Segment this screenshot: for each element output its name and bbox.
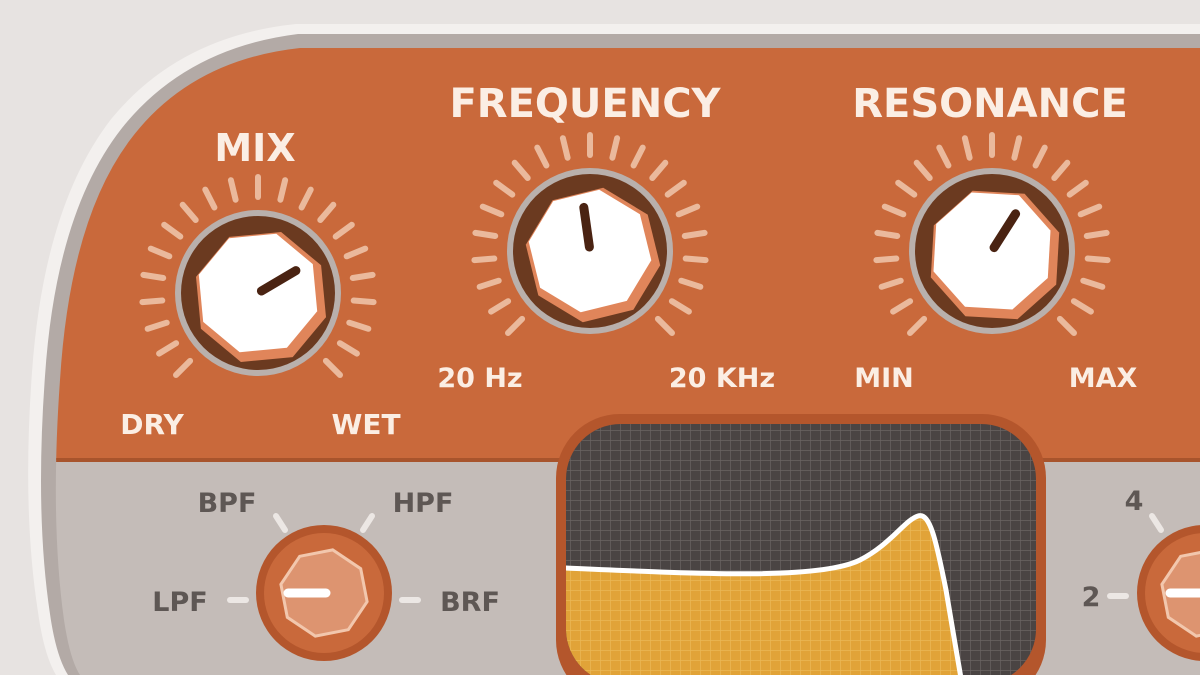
filter-option-brf[interactable]: BRF bbox=[440, 587, 500, 618]
resonance-max-label: MAX bbox=[1069, 363, 1138, 394]
frequency-min-label: 20 Hz bbox=[437, 363, 522, 394]
resonance-scale-tick bbox=[873, 255, 900, 264]
filter-option-bpf[interactable]: BPF bbox=[198, 488, 257, 519]
mix-scale-tick bbox=[350, 297, 377, 306]
filter-plugin-panel: MIX DRY WET FREQUENCY 20 Hz 20 KHz RESON… bbox=[0, 0, 1200, 675]
resonance-min-label: MIN bbox=[854, 363, 914, 394]
frequency-scale-tick bbox=[682, 255, 709, 264]
resonance-scale-tick bbox=[1084, 255, 1111, 264]
filter-option-hpf[interactable]: HPF bbox=[393, 488, 454, 519]
frequency-scale-tick bbox=[471, 255, 498, 264]
resonance-scale-tick bbox=[874, 229, 901, 239]
mix-title: MIX bbox=[214, 126, 295, 170]
frequency-title: FREQUENCY bbox=[449, 81, 721, 127]
mix-max-label: WET bbox=[331, 408, 400, 441]
filter-response-display bbox=[556, 414, 1046, 675]
frequency-scale-tick bbox=[472, 229, 499, 239]
mix-scale-tick bbox=[349, 271, 376, 281]
frequency-max-label: 20 KHz bbox=[669, 363, 775, 394]
mix-scale-tick bbox=[139, 297, 166, 306]
slope-label-2[interactable]: 2 bbox=[1082, 582, 1101, 613]
frequency-scale-tick bbox=[681, 229, 708, 239]
slope-label-4[interactable]: 4 bbox=[1125, 486, 1144, 517]
frequency-knob-pointer bbox=[579, 202, 594, 252]
filter-option-lpf[interactable]: LPF bbox=[152, 587, 207, 618]
resonance-title: RESONANCE bbox=[852, 81, 1128, 127]
mix-scale-tick bbox=[140, 271, 167, 281]
mix-min-label: DRY bbox=[120, 408, 184, 441]
resonance-scale-tick bbox=[1083, 229, 1110, 239]
